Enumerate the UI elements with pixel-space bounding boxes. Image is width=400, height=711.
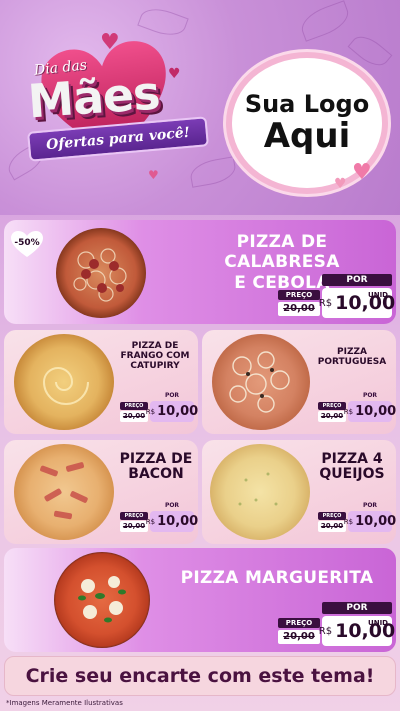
unid-label: UNID (368, 291, 388, 299)
price-number: 10,00 (355, 514, 396, 529)
price-value: R$ 10,00 (146, 401, 198, 422)
currency-label: R$ (318, 297, 333, 309)
pizza-image-marguerita (54, 552, 150, 648)
pizza-image-portuguesa (212, 334, 310, 430)
preco-label: PREÇO (120, 512, 148, 520)
preco-label: PREÇO (318, 402, 346, 410)
product-name: PIZZA MARGUERITA (180, 568, 374, 588)
old-price: 20,00 (120, 521, 148, 532)
pizza-image-bacon (14, 444, 114, 540)
por-label: POR (362, 502, 378, 509)
currency-label: R$ (318, 625, 333, 637)
old-price: 20,00 (120, 411, 148, 422)
price-value: R$ 10,00 (344, 401, 396, 422)
price-value: R$ 10,00 (146, 511, 198, 532)
product-name: PIZZA DE FRANGO COM CATUPIRY (120, 341, 190, 371)
product-card-portuguesa[interactable]: PIZZA PORTUGUESA PREÇO 20,00 POR R$ 10,0… (202, 330, 396, 434)
heart-icon: ♥ (334, 176, 347, 192)
preco-label: PREÇO (278, 618, 320, 628)
logo-text-line2: Aqui (263, 115, 351, 156)
currency-label: R$ (343, 407, 354, 416)
cta-banner[interactable]: Crie seu encarte com este tema! (4, 656, 396, 696)
por-label: POR (164, 392, 180, 399)
title-big: Mães (26, 65, 162, 129)
por-label: POR (362, 392, 378, 399)
product-card-frango[interactable]: PIZZA DE FRANGO COM CATUPIRY PREÇO 20,00… (4, 330, 198, 434)
old-price: 20,00 (278, 630, 320, 644)
pizza-image-calabresa (56, 228, 146, 318)
por-label: POR (322, 602, 392, 614)
product-card-marguerita[interactable]: PIZZA MARGUERITA PREÇO 20,00 POR R$ 10,0… (4, 548, 396, 652)
product-card-queijos[interactable]: PIZZA 4 QUEIJOS PREÇO 20,00 POR R$ 10,00 (202, 440, 396, 544)
price-value: R$ 10,00 UNID (318, 616, 395, 646)
product-name: PIZZA PORTUGUESA (317, 347, 387, 367)
currency-label: R$ (343, 517, 354, 526)
price-number: 10,00 (157, 514, 198, 529)
product-card-bacon[interactable]: PIZZA DE BACON PREÇO 20,00 POR R$ 10,00 (4, 440, 198, 544)
product-name: PIZZA 4 QUEIJOS (319, 451, 385, 483)
old-price: 20,00 (318, 411, 346, 422)
campaign-title: Dia das Mães Ofertas para você! (10, 56, 210, 176)
currency-label: R$ (145, 407, 156, 416)
header-banner: ♥ ♥ ♥ Dia das Mães Ofertas para você! Su… (0, 0, 400, 215)
product-name: PIZZA DE BACON (119, 451, 193, 483)
discount-badge: -50% (10, 230, 44, 258)
old-price: 20,00 (278, 302, 320, 316)
por-label: POR (322, 274, 392, 286)
preco-label: PREÇO (120, 402, 148, 410)
preco-label: PREÇO (318, 512, 346, 520)
heart-icon: ♥ (100, 30, 120, 55)
unid-label: UNID (368, 619, 388, 627)
pizza-image-frango (14, 334, 114, 430)
decorative-leaf (297, 0, 353, 42)
por-label: POR (164, 502, 180, 509)
old-price: 20,00 (318, 521, 346, 532)
price-number: 10,00 (157, 404, 198, 419)
price-number: 10,00 (355, 404, 396, 419)
footnote: *Imagens Meramente Ilustrativas (6, 699, 123, 707)
cta-text: Crie seu encarte com este tema! (25, 665, 375, 687)
preco-label: PREÇO (278, 290, 320, 300)
logo-text-line1: Sua Logo (244, 90, 370, 119)
subtitle-text: Ofertas para você! (45, 124, 191, 154)
pizza-image-queijos (210, 444, 310, 540)
product-card-calabresa[interactable]: -50% PIZZA DE CALABRESA E CEBOLA PREÇO 2… (4, 220, 396, 324)
heart-icon: ♥ (352, 160, 372, 185)
price-value: R$ 10,00 (344, 511, 396, 532)
price-value: R$ 10,00 UNID (318, 288, 395, 318)
currency-label: R$ (145, 517, 156, 526)
